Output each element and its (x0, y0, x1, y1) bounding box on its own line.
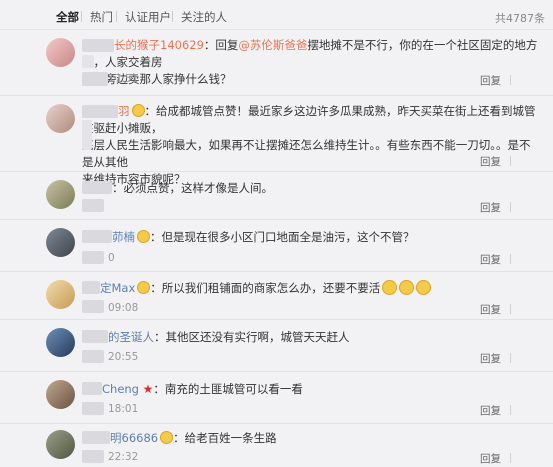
action-divider (510, 405, 511, 415)
reply-button[interactable]: 回复 (480, 73, 501, 88)
action-divider (510, 353, 511, 363)
comment-item: 定Max ：所以我们租铺面的商家怎么办，还要不要活 09:08 回复 (0, 272, 553, 320)
tab-all[interactable]: 全部 (56, 9, 79, 25)
avatar[interactable] (46, 180, 75, 209)
comment-author[interactable]: 茆楠 (112, 230, 135, 244)
comment-item: 长的猴子140629：回复@苏伦斯爸爸摆地摊不是不行，你的在一个社区固定的地方摆… (0, 30, 553, 96)
comment-body: ：必须点赞，这样才像是人间。 (112, 181, 273, 195)
reply-button[interactable]: 回复 (480, 302, 501, 317)
action-divider (510, 156, 511, 166)
comment-item: ：必须点赞，这样才像是人间。 回复 (0, 172, 553, 220)
comment-body: ：给老百姓一条生路 (173, 431, 277, 445)
comment-author[interactable]: 的圣诞人 (108, 330, 154, 344)
redacted-text (82, 55, 94, 68)
reply-button[interactable]: 回复 (480, 351, 501, 366)
comment-body: ：但是现在很多小区门口地面全是油污，这个不管？ (150, 230, 415, 244)
like-button[interactable] (520, 73, 540, 87)
comment-item: Cheng ★：南充的土匪城管可以看一看 18:01 回复 (0, 372, 553, 424)
like-button[interactable] (520, 200, 540, 214)
comment-item: 茆楠 ：但是现在很多小区门口地面全是油污，这个不管？ 0 回复 (0, 220, 553, 272)
emoji-icon (137, 281, 151, 294)
action-divider (510, 304, 511, 314)
like-button[interactable] (520, 351, 540, 365)
reply-prefix: ：回复 (203, 38, 239, 52)
comment-item: 羽：给成都城管点赞！最近家乡这边许多瓜果成熟，昨天买菜在街上还看到城管在驱赶小摊… (0, 96, 553, 186)
comment-body: ：其他区还没有实行啊，城管天天赶人 (154, 330, 350, 344)
emoji-icon (131, 104, 145, 117)
reply-button[interactable]: 回复 (480, 403, 501, 418)
comment-item: 明66686 ：给老百姓一条生路 22:32 回复 (0, 424, 553, 467)
reply-button[interactable]: 回复 (480, 200, 501, 215)
comment-text: ：必须点赞，这样才像是人间。 (82, 180, 539, 197)
tab-divider (172, 11, 173, 22)
redacted-date (82, 72, 108, 86)
comment-body: ：所以我们租铺面的商家怎么办，还要不要活 (150, 281, 381, 295)
comment-text: 明66686 ：给老百姓一条生路 (82, 430, 539, 447)
comment-text: 茆楠 ：但是现在很多小区门口地面全是油污，这个不管？ (82, 229, 539, 246)
avatar[interactable] (46, 430, 75, 459)
reply-button[interactable]: 回复 (480, 252, 501, 267)
like-button[interactable] (520, 252, 540, 266)
comment-author[interactable]: Cheng (102, 382, 139, 396)
action-divider (510, 254, 511, 264)
emoji-icon (382, 280, 398, 295)
comment-author[interactable]: 定Max (100, 281, 135, 295)
comment-text: 长的猴子140629：回复@苏伦斯爸爸摆地摊不是不行，你的在一个社区固定的地方摆… (82, 37, 539, 88)
emoji-icon (160, 431, 174, 444)
comment-text: 定Max ：所以我们租铺面的商家怎么办，还要不要活 (82, 280, 539, 297)
action-divider (510, 202, 511, 212)
emoji-icon (416, 280, 432, 295)
comment-time: 18:01 (108, 403, 139, 415)
like-button[interactable] (520, 154, 540, 168)
redacted-date (82, 350, 104, 363)
comment-time: 20:55 (108, 351, 139, 363)
action-divider (510, 75, 511, 85)
comment-text: 的圣诞人：其他区还没有实行啊，城管天天赶人 (82, 329, 539, 346)
comment-text: Cheng ★：南充的土匪城管可以看一看 (82, 381, 539, 398)
avatar[interactable] (46, 328, 75, 357)
star-icon: ★ (142, 382, 154, 396)
tab-divider (116, 11, 117, 22)
comment-time: 22:32 (108, 451, 139, 463)
comment-count: 共4787条 (495, 12, 545, 25)
avatar[interactable] (46, 380, 75, 409)
comment-body: ：南充的土匪城管可以看一看 (153, 382, 303, 396)
comment-time: 0 (108, 252, 115, 264)
comment-author[interactable]: 羽 (118, 104, 130, 118)
like-button[interactable] (520, 302, 540, 316)
comment-time: 09:08 (108, 302, 139, 314)
action-divider (510, 453, 511, 463)
comment-author[interactable]: 长的猴子140629 (114, 38, 204, 52)
comment-time: 17:51 (108, 73, 139, 85)
comment-item: 的圣诞人：其他区还没有实行啊，城管天天赶人 20:55 回复 (0, 320, 553, 372)
avatar[interactable] (46, 280, 75, 309)
emoji-icon (137, 230, 150, 243)
redacted-date (82, 251, 104, 264)
tab-following[interactable]: 关注的人 (181, 9, 227, 25)
reply-button[interactable]: 回复 (480, 451, 501, 466)
comment-panel: 全部 热门 认证用户 关注的人 共4787条 长的猴子140629：回复@苏伦斯… (0, 0, 553, 467)
avatar[interactable] (46, 228, 75, 257)
like-button[interactable] (520, 403, 540, 417)
redacted-date (82, 450, 104, 463)
avatar[interactable] (46, 38, 75, 67)
emoji-icon (399, 280, 415, 295)
reply-button[interactable]: 回复 (480, 154, 501, 169)
mention-link[interactable]: @苏伦斯爸爸 (238, 38, 307, 52)
redacted-date (82, 199, 104, 212)
redacted-text (82, 120, 92, 150)
tab-hot[interactable]: 热门 (90, 9, 113, 25)
redacted-date (82, 402, 104, 415)
like-button[interactable] (520, 451, 540, 465)
redacted-date (82, 300, 104, 313)
tab-verified-users[interactable]: 认证用户 (125, 9, 171, 25)
avatar[interactable] (46, 104, 75, 133)
comment-author[interactable]: 明66686 (110, 431, 158, 445)
tab-divider (81, 11, 82, 22)
comment-filter-tabs: 全部 热门 认证用户 关注的人 共4787条 (0, 0, 553, 30)
